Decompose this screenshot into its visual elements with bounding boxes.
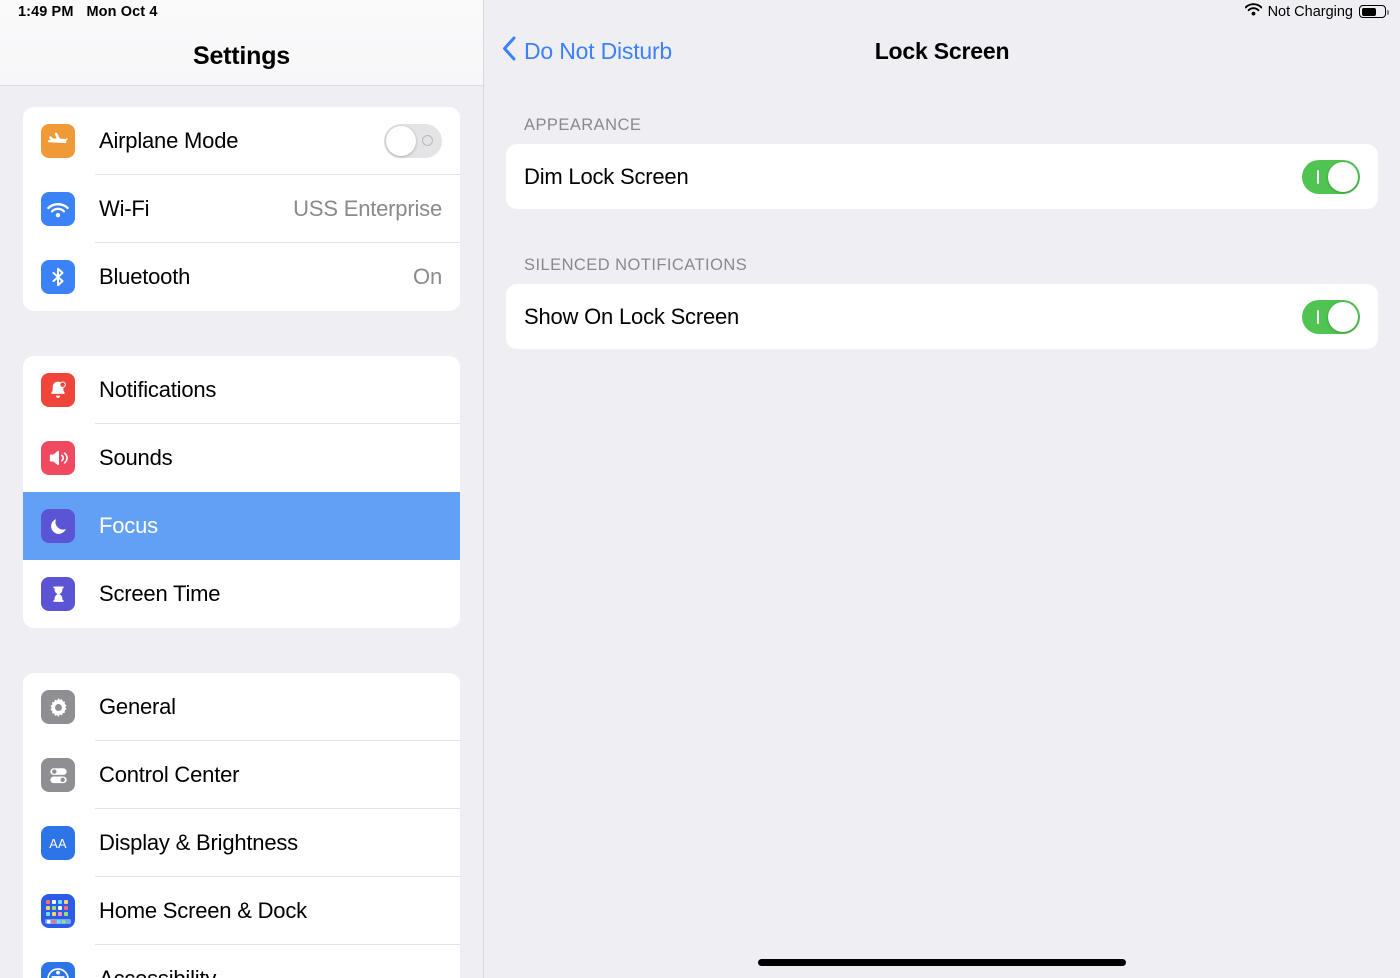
toggle-knob — [1328, 161, 1358, 192]
bluetooth-state-value: On — [413, 264, 442, 289]
sidebar-item-general[interactable]: General — [23, 673, 460, 741]
sidebar-item-home-screen-dock[interactable]: Home Screen & Dock — [23, 877, 460, 945]
sidebar-item-control-center[interactable]: Control Center — [23, 741, 460, 809]
sidebar-item-bluetooth[interactable]: Bluetooth On — [23, 243, 460, 311]
sidebar-group-system-alerts: Notifications Sounds Focus Screen Time — [23, 356, 460, 628]
toggle-on-indicator — [1317, 169, 1319, 184]
sidebar-item-focus[interactable]: Focus — [23, 492, 460, 560]
sidebar-item-accessibility[interactable]: Accessibility — [23, 945, 460, 978]
sidebar-group-device: General Control Center AA Display & Brig… — [23, 673, 460, 978]
sidebar-item-label: General — [99, 694, 176, 719]
row-show-on-lock-screen[interactable]: Show On Lock Screen — [506, 284, 1378, 349]
sidebar-item-label: Home Screen & Dock — [99, 898, 307, 923]
sidebar-group-connectivity: Airplane Mode Wi-Fi USS Enterprise Bluet… — [23, 107, 460, 311]
toggle-knob — [1328, 301, 1358, 332]
sidebar-item-label: Accessibility — [99, 966, 216, 978]
airplane-mode-toggle[interactable] — [384, 124, 442, 158]
sidebar-item-screen-time[interactable]: Screen Time — [23, 560, 460, 628]
section-header-appearance: APPEARANCE — [524, 116, 642, 134]
sidebar-scroll-area[interactable]: Airplane Mode Wi-Fi USS Enterprise Bluet… — [0, 86, 483, 978]
gear-icon — [41, 690, 75, 724]
accessibility-icon — [41, 962, 75, 978]
toggle-knob — [386, 126, 416, 156]
speaker-icon — [41, 441, 75, 475]
detail-title: Lock Screen — [874, 38, 1010, 64]
sidebar-item-label: Airplane Mode — [99, 128, 239, 153]
dim-lock-screen-toggle[interactable] — [1302, 159, 1360, 194]
app-grid-icon — [41, 894, 75, 928]
row-label: Show On Lock Screen — [524, 303, 740, 329]
moon-icon — [41, 509, 75, 543]
sidebar-item-label: Display & Brightness — [99, 830, 298, 855]
hourglass-icon — [41, 577, 75, 611]
wifi-icon — [41, 192, 75, 226]
detail-navigation-bar: Do Not Disturb Lock Screen — [484, 0, 1400, 86]
settings-sidebar: Settings Airplane Mode Wi-Fi USS Enterpr… — [0, 0, 484, 978]
appearance-card: Dim Lock Screen — [506, 144, 1378, 209]
sidebar-header: Settings — [0, 0, 483, 86]
toggle-on-indicator — [1317, 309, 1319, 324]
sidebar-item-sounds[interactable]: Sounds — [23, 424, 460, 492]
page-title: Settings — [192, 42, 291, 70]
detail-content: APPEARANCE Dim Lock Screen SILENCED NOTI… — [484, 86, 1400, 349]
wifi-network-value: USS Enterprise — [293, 196, 442, 221]
sidebar-item-label: Notifications — [99, 377, 217, 402]
sidebar-item-display-brightness[interactable]: AA Display & Brightness — [23, 809, 460, 877]
sliders-icon — [41, 758, 75, 792]
sidebar-item-airplane-mode[interactable]: Airplane Mode — [23, 107, 460, 175]
row-label: Dim Lock Screen — [524, 163, 689, 189]
sidebar-item-label: Bluetooth — [99, 264, 191, 289]
bell-icon — [41, 373, 75, 407]
show-on-lock-screen-toggle[interactable] — [1302, 299, 1360, 334]
sidebar-item-label: Control Center — [99, 762, 240, 787]
bluetooth-icon — [41, 260, 75, 294]
silenced-notifications-card: Show On Lock Screen — [506, 284, 1378, 349]
sidebar-item-label: Wi-Fi — [99, 196, 150, 221]
detail-pane: Do Not Disturb Lock Screen APPEARANCE Di… — [484, 0, 1400, 978]
sidebar-item-label: Sounds — [99, 445, 173, 470]
sidebar-item-notifications[interactable]: Notifications — [23, 356, 460, 424]
toggle-off-indicator — [422, 135, 433, 146]
sidebar-item-label: Screen Time — [99, 581, 221, 606]
text-size-icon: AA — [41, 826, 75, 860]
airplane-icon — [41, 124, 75, 158]
ipad-settings-screen: 1:49 PM Mon Oct 4 Not Charging Settings — [0, 0, 1400, 978]
sidebar-item-wifi[interactable]: Wi-Fi USS Enterprise — [23, 175, 460, 243]
home-indicator[interactable] — [758, 959, 1126, 966]
svg-text:AA: AA — [49, 836, 67, 851]
section-header-silenced-notifications: SILENCED NOTIFICATIONS — [524, 256, 748, 274]
sidebar-item-label: Focus — [99, 513, 158, 538]
row-dim-lock-screen[interactable]: Dim Lock Screen — [506, 144, 1378, 209]
